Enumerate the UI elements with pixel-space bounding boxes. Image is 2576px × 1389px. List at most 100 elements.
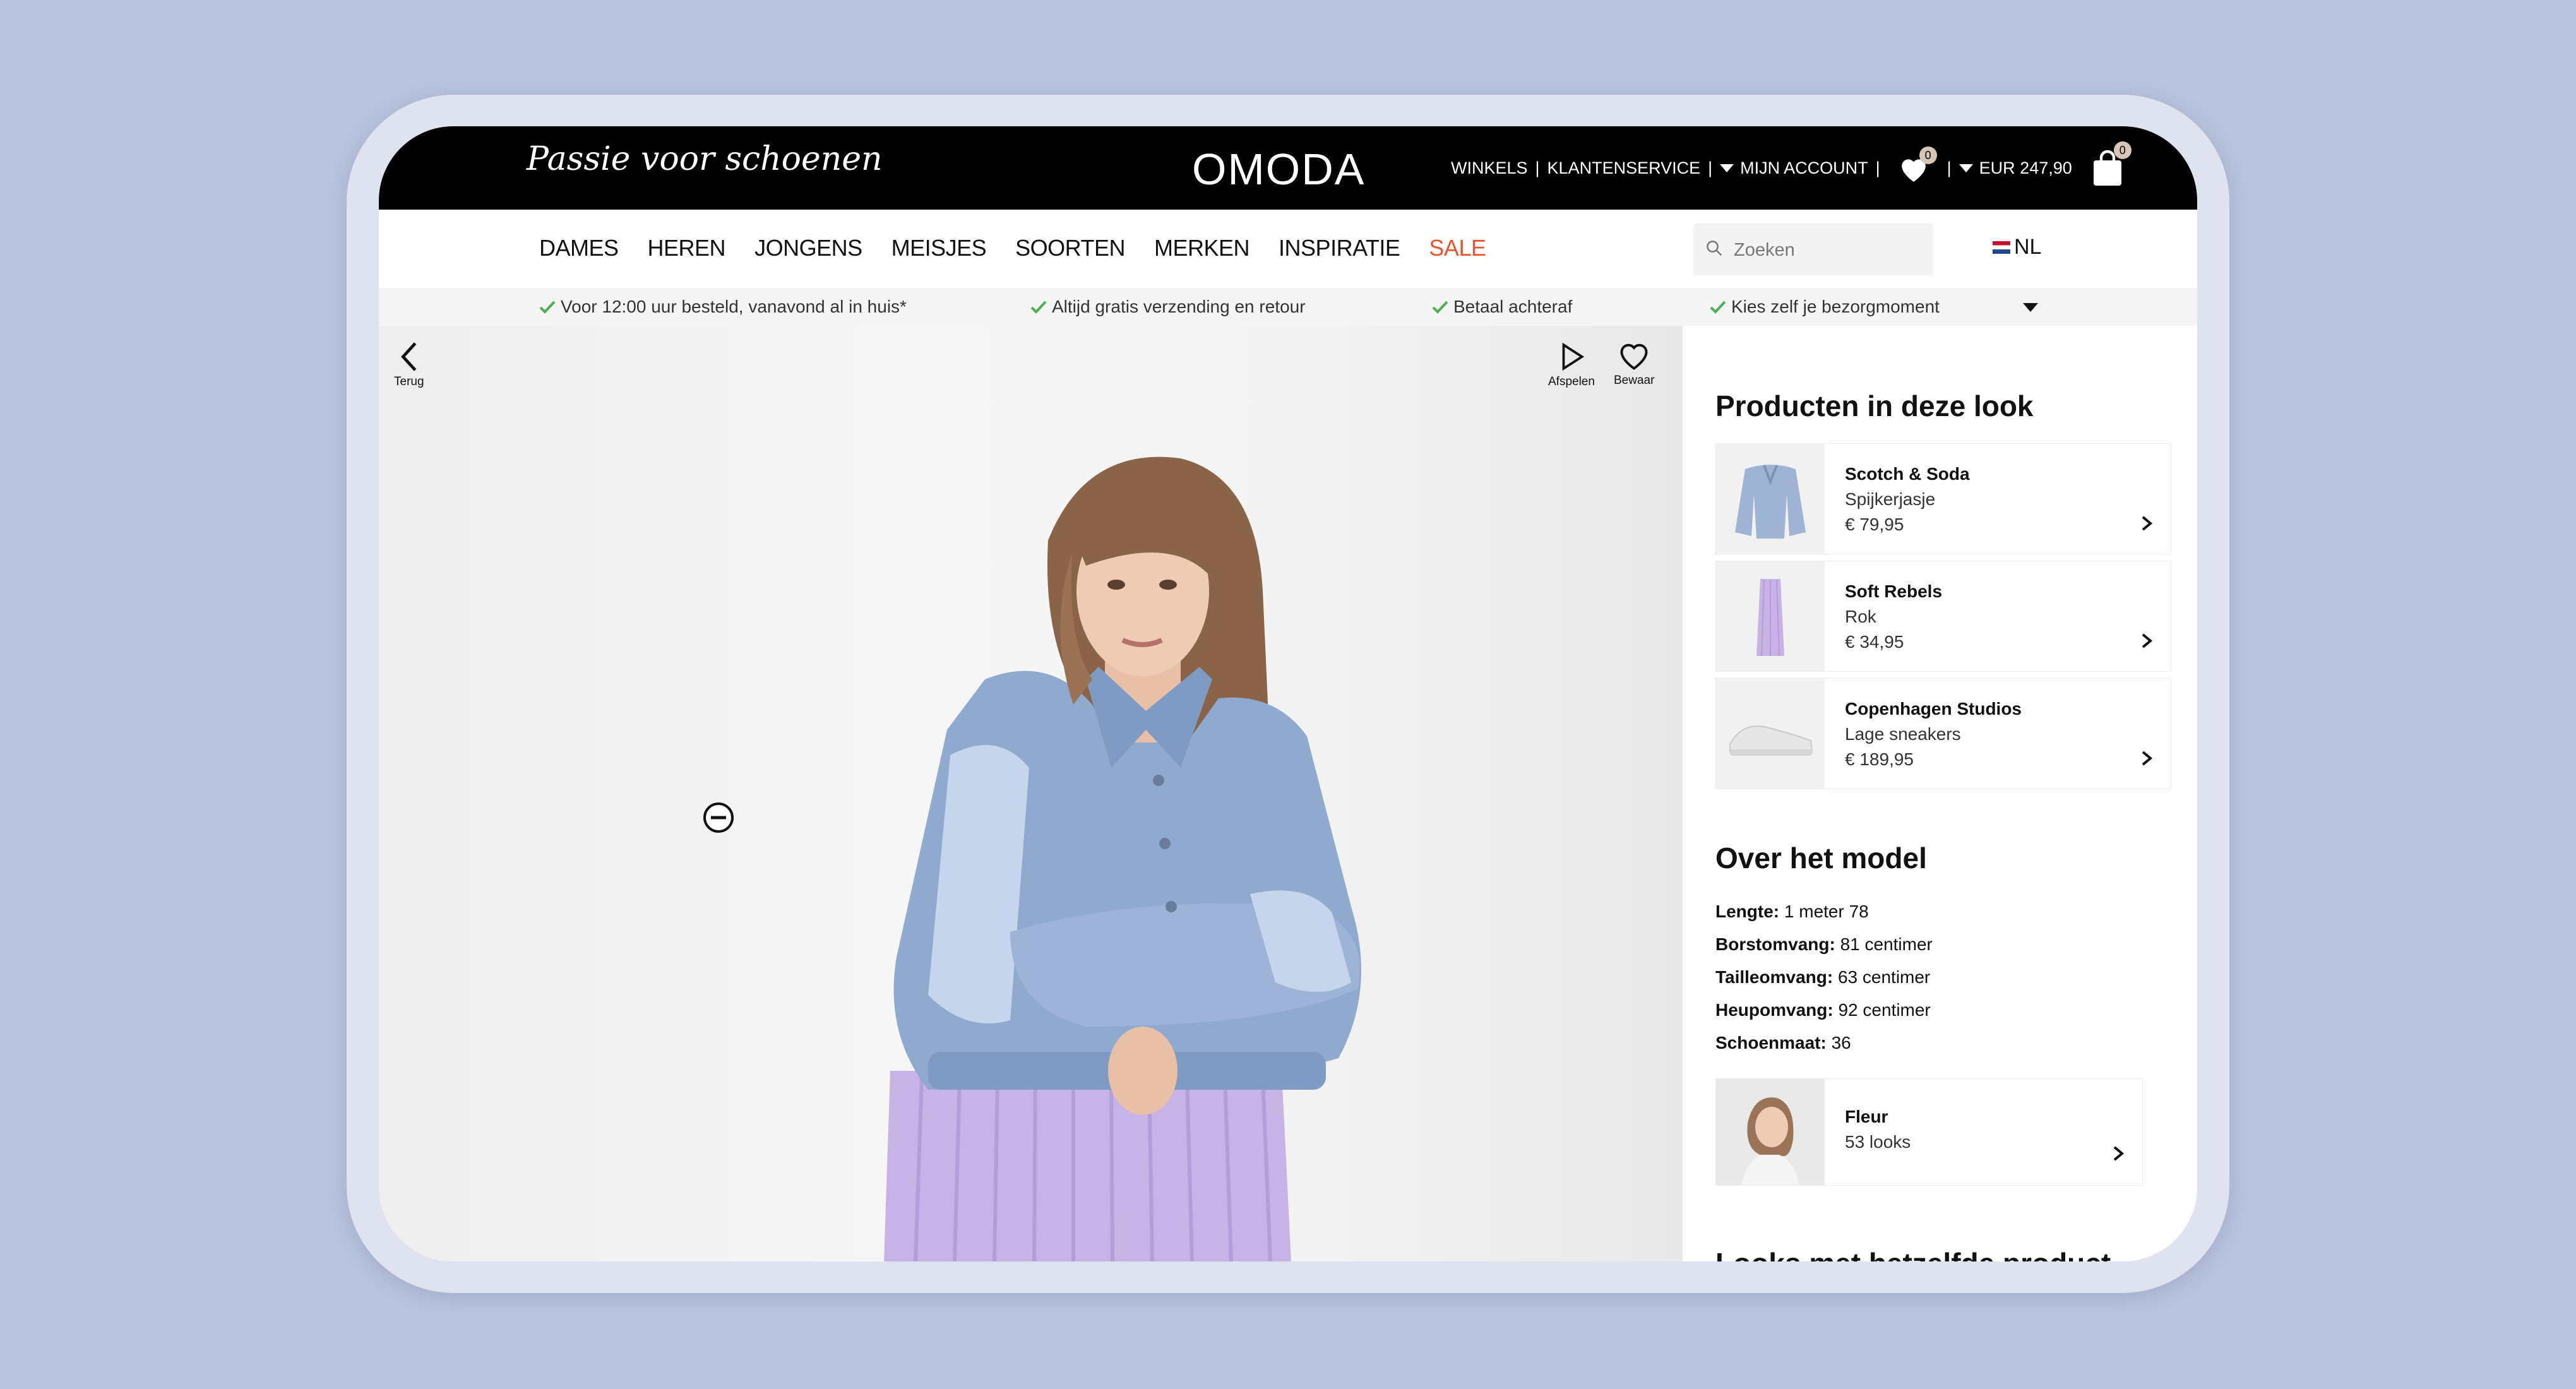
usp-item: Kies zelf je bezorgmoment bbox=[1710, 297, 1940, 317]
model-spec: Schoenmaat: 36 bbox=[1715, 1033, 1851, 1053]
model-looks-count: 53 looks bbox=[1845, 1132, 1911, 1152]
nav-item-sale[interactable]: SALE bbox=[1429, 235, 1486, 261]
main-nav: DAMES HEREN JONGENS MEISJES SOORTEN MERK… bbox=[379, 210, 2197, 289]
nav-items: DAMES HEREN JONGENS MEISJES SOORTEN MERK… bbox=[539, 235, 1486, 261]
wishlist-button[interactable]: 0 bbox=[1897, 146, 1937, 182]
spec-value: 63 centimer bbox=[1837, 967, 1931, 987]
look-photo[interactable]: Terug Afspelen Bewaar bbox=[379, 326, 1683, 1261]
model-portrait bbox=[1716, 1079, 1825, 1185]
divider: | bbox=[1875, 158, 1880, 177]
play-button[interactable]: Afspelen bbox=[1548, 341, 1595, 389]
stores-link[interactable]: WINKELS bbox=[1451, 158, 1528, 178]
spec-value: 81 centimer bbox=[1840, 934, 1933, 954]
checkmark-icon bbox=[1710, 301, 1726, 314]
spec-label: Schoenmaat: bbox=[1715, 1033, 1827, 1052]
top-bar: Passie voor schoenen OMODA WINKELS | KLA… bbox=[379, 126, 2197, 210]
model-spec: Lengte: 1 meter 78 bbox=[1715, 902, 1869, 922]
account-dropdown[interactable]: MIJN ACCOUNT bbox=[1720, 158, 1868, 178]
back-label: Terug bbox=[394, 375, 424, 388]
product-card[interactable]: Copenhagen Studios Lage sneakers € 189,9… bbox=[1715, 678, 2171, 789]
model-avatar bbox=[1716, 1079, 1825, 1185]
screen: Passie voor schoenen OMODA WINKELS | KLA… bbox=[379, 126, 2197, 1261]
product-type: Spijkerjasje bbox=[1845, 489, 1936, 509]
play-label: Afspelen bbox=[1548, 375, 1595, 388]
search-input[interactable] bbox=[1732, 224, 1924, 277]
product-brand: Copenhagen Studios bbox=[1845, 699, 2022, 718]
nav-item-soorten[interactable]: SOORTEN bbox=[1015, 235, 1125, 261]
caret-down-icon bbox=[1720, 164, 1734, 172]
spec-label: Heupomvang: bbox=[1715, 1000, 1834, 1020]
search-icon bbox=[1707, 241, 1722, 256]
model-spec: Heupomvang: 92 centimer bbox=[1715, 1000, 1931, 1020]
product-brand: Scotch & Soda bbox=[1845, 464, 1970, 484]
usp-item: Altijd gratis verzending en retour bbox=[1030, 297, 1306, 317]
divider: | bbox=[1708, 158, 1713, 177]
nav-item-meisjes[interactable]: MEISJES bbox=[891, 235, 987, 261]
product-price: € 79,95 bbox=[1845, 515, 1904, 534]
chevron-left-icon bbox=[400, 342, 417, 371]
look-details-panel: Producten in deze look Scotch & Soda Spi… bbox=[1683, 326, 2197, 1261]
product-brand: Soft Rebels bbox=[1845, 581, 1943, 601]
save-button[interactable]: Bewaar bbox=[1614, 341, 1654, 388]
sneaker-thumbnail bbox=[1729, 725, 1813, 756]
product-card[interactable]: Soft Rebels Rok € 34,95 bbox=[1715, 561, 2171, 672]
chevron-right-icon bbox=[2142, 633, 2153, 648]
cart-total[interactable]: EUR 247,90 bbox=[1979, 158, 2072, 178]
spec-label: Tailleomvang: bbox=[1715, 967, 1834, 987]
spec-label: Borstomvang: bbox=[1715, 934, 1835, 954]
checkmark-icon bbox=[539, 301, 556, 314]
top-links: WINKELS | KLANTENSERVICE | MIJN ACCOUNT … bbox=[1451, 141, 2132, 186]
product-thumbnail bbox=[1716, 679, 1825, 789]
netherlands-flag-icon bbox=[1993, 241, 2010, 254]
spec-value: 92 centimer bbox=[1838, 1000, 1931, 1020]
zoom-out-button[interactable] bbox=[702, 801, 735, 837]
model-name: Fleur bbox=[1845, 1107, 1888, 1126]
language-selector[interactable]: NL bbox=[1993, 235, 2041, 259]
same-product-looks-title: Looks met hetzelfde product bbox=[1715, 1246, 2111, 1261]
cart-button[interactable]: 0 bbox=[2090, 141, 2132, 187]
product-thumbnail bbox=[1716, 444, 1825, 554]
back-button[interactable]: Terug bbox=[394, 341, 424, 389]
model-card[interactable]: Fleur 53 looks bbox=[1715, 1078, 2143, 1186]
model-title: Over het model bbox=[1715, 842, 1927, 874]
model-spec: Borstomvang: 81 centimer bbox=[1715, 934, 1933, 955]
spec-label: Lengte: bbox=[1715, 902, 1780, 921]
product-type: Rok bbox=[1845, 607, 1876, 626]
divider: | bbox=[1535, 158, 1540, 177]
spec-value: 36 bbox=[1831, 1033, 1851, 1052]
cart-count-badge: 0 bbox=[2113, 141, 2132, 159]
usp-bar: Voor 12:00 uur besteld, vanavond al in h… bbox=[379, 288, 2197, 326]
search-box[interactable] bbox=[1693, 224, 1933, 277]
denim-jacket-thumbnail bbox=[1735, 465, 1806, 539]
currency-dropdown[interactable]: EUR 247,90 bbox=[1959, 158, 2072, 178]
usp-text: Betaal achteraf bbox=[1453, 297, 1573, 316]
my-account-link[interactable]: MIJN ACCOUNT bbox=[1740, 158, 1868, 178]
usp-expand-caret-icon[interactable] bbox=[2023, 303, 2038, 312]
checkmark-icon bbox=[1432, 301, 1448, 314]
product-price: € 189,95 bbox=[1845, 749, 1914, 769]
usp-text: Voor 12:00 uur besteld, vanavond al in h… bbox=[561, 297, 907, 316]
model-spec: Tailleomvang: 63 centimer bbox=[1715, 967, 1930, 987]
nav-item-heren[interactable]: HEREN bbox=[648, 235, 726, 261]
language-label: NL bbox=[2014, 235, 2042, 259]
nav-item-merken[interactable]: MERKEN bbox=[1154, 235, 1250, 261]
model-photo-illustration bbox=[884, 456, 1361, 1261]
nav-item-inspiratie[interactable]: INSPIRATIE bbox=[1279, 235, 1400, 261]
wishlist-count-badge: 0 bbox=[1919, 146, 1937, 164]
slogan: Passie voor schoenen bbox=[527, 140, 883, 178]
usp-text: Kies zelf je bezorgmoment bbox=[1731, 297, 1940, 316]
pleated-skirt-thumbnail bbox=[1756, 579, 1784, 657]
products-title: Producten in deze look bbox=[1715, 390, 2034, 422]
chevron-right-icon bbox=[2113, 1146, 2125, 1161]
heart-outline-icon bbox=[1620, 343, 1648, 370]
customer-service-link[interactable]: KLANTENSERVICE bbox=[1547, 158, 1701, 178]
spec-value: 1 meter 78 bbox=[1784, 902, 1869, 921]
product-price: € 34,95 bbox=[1845, 632, 1904, 652]
nav-item-dames[interactable]: DAMES bbox=[539, 235, 619, 261]
nav-item-jongens[interactable]: JONGENS bbox=[754, 235, 862, 261]
omoda-logo[interactable]: OMODA bbox=[1192, 144, 1365, 194]
product-card[interactable]: Scotch & Soda Spijkerjasje € 79,95 bbox=[1715, 443, 2171, 554]
divider: | bbox=[1947, 158, 1952, 177]
tablet-frame: Passie voor schoenen OMODA WINKELS | KLA… bbox=[347, 95, 2229, 1293]
caret-down-icon bbox=[1959, 164, 1973, 172]
